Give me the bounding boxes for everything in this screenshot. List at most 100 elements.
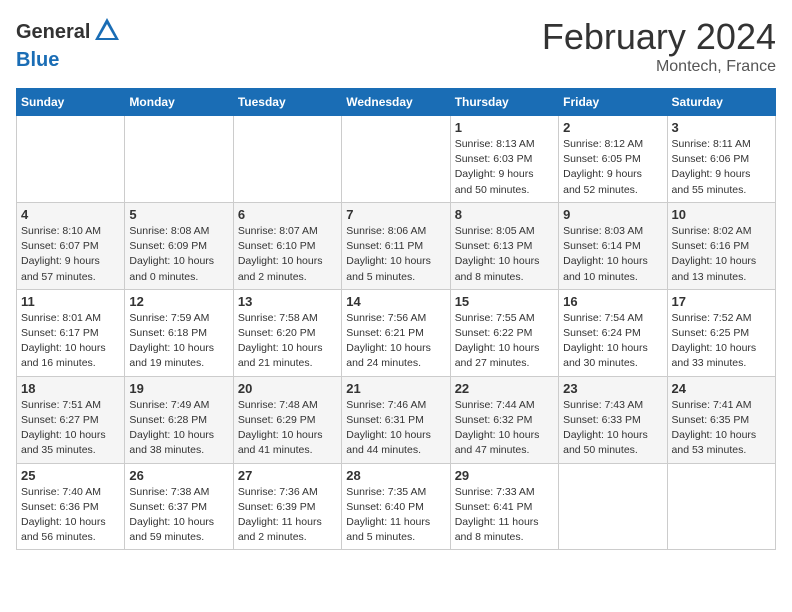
day-info: Sunrise: 7:52 AM Sunset: 6:25 PM Dayligh… [672, 311, 771, 372]
day-info: Sunrise: 8:08 AM Sunset: 6:09 PM Dayligh… [129, 224, 228, 285]
day-info: Sunrise: 8:11 AM Sunset: 6:06 PM Dayligh… [672, 137, 771, 198]
day-cell [233, 116, 341, 203]
day-info: Sunrise: 8:06 AM Sunset: 6:11 PM Dayligh… [346, 224, 445, 285]
day-cell: 28Sunrise: 7:35 AM Sunset: 6:40 PM Dayli… [342, 463, 450, 550]
day-number: 21 [346, 381, 445, 396]
day-info: Sunrise: 7:51 AM Sunset: 6:27 PM Dayligh… [21, 398, 120, 459]
day-cell: 5 Sunrise: 8:08 AM Sunset: 6:09 PM Daylig… [125, 202, 233, 289]
day-cell: 8Sunrise: 8:05 AM Sunset: 6:13 PM Daylig… [450, 202, 558, 289]
day-info: Sunrise: 7:40 AM Sunset: 6:36 PM Dayligh… [21, 485, 120, 546]
day-number: 7 [346, 207, 445, 222]
day-info: Sunrise: 8:03 AM Sunset: 6:14 PM Dayligh… [563, 224, 662, 285]
day-cell: 6Sunrise: 8:07 AM Sunset: 6:10 PM Daylig… [233, 202, 341, 289]
day-number: 22 [455, 381, 554, 396]
day-info: Sunrise: 7:58 AM Sunset: 6:20 PM Dayligh… [238, 311, 337, 372]
day-cell: 3 Sunrise: 8:11 AM Sunset: 6:06 PM Daylig… [667, 116, 775, 203]
day-cell: 11Sunrise: 8:01 AM Sunset: 6:17 PM Dayli… [17, 289, 125, 376]
day-number: 20 [238, 381, 337, 396]
day-cell: 16Sunrise: 7:54 AM Sunset: 6:24 PM Dayli… [559, 289, 667, 376]
day-cell: 2 Sunrise: 8:12 AM Sunset: 6:05 PM Daylig… [559, 116, 667, 203]
day-info: Sunrise: 8:13 AM Sunset: 6:03 PM Dayligh… [455, 137, 554, 198]
day-number: 26 [129, 468, 228, 483]
day-number: 18 [21, 381, 120, 396]
day-info: Sunrise: 7:38 AM Sunset: 6:37 PM Dayligh… [129, 485, 228, 546]
day-info: Sunrise: 7:36 AM Sunset: 6:39 PM Dayligh… [238, 485, 337, 546]
day-cell: 7 Sunrise: 8:06 AM Sunset: 6:11 PM Daylig… [342, 202, 450, 289]
day-number: 27 [238, 468, 337, 483]
day-number: 25 [21, 468, 120, 483]
day-cell: 27 Sunrise: 7:36 AM Sunset: 6:39 PM Dayli… [233, 463, 341, 550]
title-block: February 2024 Montech, France [542, 16, 776, 76]
logo-general: General [16, 21, 90, 43]
day-number: 17 [672, 294, 771, 309]
day-number: 24 [672, 381, 771, 396]
day-cell: 14Sunrise: 7:56 AM Sunset: 6:21 PM Dayli… [342, 289, 450, 376]
day-cell: 22 Sunrise: 7:44 AM Sunset: 6:32 PM Dayli… [450, 376, 558, 463]
day-cell: 12 Sunrise: 7:59 AM Sunset: 6:18 PM Dayli… [125, 289, 233, 376]
day-cell: 26 Sunrise: 7:38 AM Sunset: 6:37 PM Dayli… [125, 463, 233, 550]
day-cell: 15Sunrise: 7:55 AM Sunset: 6:22 PM Dayli… [450, 289, 558, 376]
logo-blue: Blue [16, 49, 122, 71]
day-cell: 10 Sunrise: 8:02 AM Sunset: 6:16 PM Dayli… [667, 202, 775, 289]
day-info: Sunrise: 7:44 AM Sunset: 6:32 PM Dayligh… [455, 398, 554, 459]
day-number: 28 [346, 468, 445, 483]
week-row-5: 25 Sunrise: 7:40 AM Sunset: 6:36 PM Dayli… [17, 463, 776, 550]
calendar-table: SundayMondayTuesdayWednesdayThursdayFrid… [16, 88, 776, 550]
day-info: Sunrise: 7:43 AM Sunset: 6:33 PM Dayligh… [563, 398, 662, 459]
day-cell: 19Sunrise: 7:49 AM Sunset: 6:28 PM Dayli… [125, 376, 233, 463]
day-cell [342, 116, 450, 203]
header-thursday: Thursday [450, 89, 558, 116]
day-number: 2 [563, 120, 662, 135]
header-sunday: Sunday [17, 89, 125, 116]
day-cell: 25 Sunrise: 7:40 AM Sunset: 6:36 PM Dayli… [17, 463, 125, 550]
day-number: 10 [672, 207, 771, 222]
month-title: February 2024 [542, 16, 776, 58]
day-number: 5 [129, 207, 228, 222]
day-cell: 18 Sunrise: 7:51 AM Sunset: 6:27 PM Dayli… [17, 376, 125, 463]
day-number: 3 [672, 120, 771, 135]
day-info: Sunrise: 7:55 AM Sunset: 6:22 PM Dayligh… [455, 311, 554, 372]
week-row-4: 18 Sunrise: 7:51 AM Sunset: 6:27 PM Dayli… [17, 376, 776, 463]
week-row-2: 4 Sunrise: 8:10 AM Sunset: 6:07 PM Daylig… [17, 202, 776, 289]
day-cell: 17 Sunrise: 7:52 AM Sunset: 6:25 PM Dayli… [667, 289, 775, 376]
day-info: Sunrise: 8:05 AM Sunset: 6:13 PM Dayligh… [455, 224, 554, 285]
day-cell: 29 Sunrise: 7:33 AM Sunset: 6:41 PM Dayli… [450, 463, 558, 550]
day-number: 14 [346, 294, 445, 309]
day-number: 4 [21, 207, 120, 222]
day-info: Sunrise: 7:49 AM Sunset: 6:28 PM Dayligh… [129, 398, 228, 459]
day-number: 1 [455, 120, 554, 135]
day-cell [17, 116, 125, 203]
header-tuesday: Tuesday [233, 89, 341, 116]
day-info: Sunrise: 7:41 AM Sunset: 6:35 PM Dayligh… [672, 398, 771, 459]
day-info: Sunrise: 7:46 AM Sunset: 6:31 PM Dayligh… [346, 398, 445, 459]
week-row-1: 1 Sunrise: 8:13 AM Sunset: 6:03 PM Daylig… [17, 116, 776, 203]
day-info: Sunrise: 8:12 AM Sunset: 6:05 PM Dayligh… [563, 137, 662, 198]
day-info: Sunrise: 7:33 AM Sunset: 6:41 PM Dayligh… [455, 485, 554, 546]
page-header: General Blue February 2024 Montech, Fran… [16, 16, 776, 76]
day-number: 23 [563, 381, 662, 396]
day-info: Sunrise: 8:10 AM Sunset: 6:07 PM Dayligh… [21, 224, 120, 285]
day-number: 12 [129, 294, 228, 309]
day-number: 16 [563, 294, 662, 309]
header-friday: Friday [559, 89, 667, 116]
day-info: Sunrise: 8:07 AM Sunset: 6:10 PM Dayligh… [238, 224, 337, 285]
day-cell: 13 Sunrise: 7:58 AM Sunset: 6:20 PM Dayli… [233, 289, 341, 376]
day-cell [125, 116, 233, 203]
day-cell: 23 Sunrise: 7:43 AM Sunset: 6:33 PM Dayli… [559, 376, 667, 463]
day-info: Sunrise: 7:48 AM Sunset: 6:29 PM Dayligh… [238, 398, 337, 459]
calendar-header-row: SundayMondayTuesdayWednesdayThursdayFrid… [17, 89, 776, 116]
day-cell: 1 Sunrise: 8:13 AM Sunset: 6:03 PM Daylig… [450, 116, 558, 203]
day-cell [667, 463, 775, 550]
day-info: Sunrise: 8:02 AM Sunset: 6:16 PM Dayligh… [672, 224, 771, 285]
header-wednesday: Wednesday [342, 89, 450, 116]
location: Montech, France [542, 58, 776, 76]
day-cell: 9Sunrise: 8:03 AM Sunset: 6:14 PM Daylig… [559, 202, 667, 289]
day-number: 29 [455, 468, 554, 483]
day-cell: 4 Sunrise: 8:10 AM Sunset: 6:07 PM Daylig… [17, 202, 125, 289]
header-saturday: Saturday [667, 89, 775, 116]
day-number: 11 [21, 294, 120, 309]
logo: General Blue [16, 16, 122, 71]
day-info: Sunrise: 7:59 AM Sunset: 6:18 PM Dayligh… [129, 311, 228, 372]
day-number: 13 [238, 294, 337, 309]
day-cell: 24 Sunrise: 7:41 AM Sunset: 6:35 PM Dayli… [667, 376, 775, 463]
